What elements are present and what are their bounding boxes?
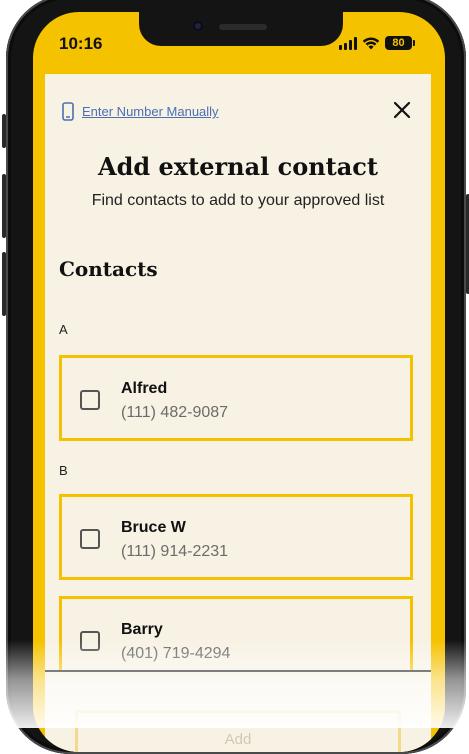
status-icons: 80 [339,36,415,50]
add-contact-sheet: Enter Number Manually Add external conta… [45,74,431,752]
contact-phone: (401) 719-4294 [121,645,231,662]
volume-up-button [2,174,6,238]
close-icon [393,101,411,119]
contacts-heading: Contacts [59,257,158,281]
close-button[interactable] [390,98,414,122]
contact-name: Barry [121,621,163,638]
contact-item-alfred[interactable]: Alfred (111) 482-9087 [59,355,413,441]
silent-switch [2,114,6,148]
earpiece-speaker [219,24,267,30]
volume-down-button [2,252,6,316]
status-time: 10:16 [59,34,103,53]
contact-checkbox[interactable] [80,529,100,549]
cellular-signal-icon [339,37,357,50]
enter-number-manually-link[interactable]: Enter Number Manually [62,102,219,121]
notch [139,12,343,46]
section-letter-b: B [59,463,68,478]
phone-icon [62,102,74,121]
phone-screen: 10:16 80 Enter Number Manually Add exter… [33,12,445,752]
contact-name: Bruce W [121,519,186,536]
contact-checkbox[interactable] [80,631,100,651]
enter-number-manually-label: Enter Number Manually [82,104,219,119]
add-button[interactable]: Add [75,710,401,752]
battery-indicator: 80 [385,36,415,50]
phone-frame: 10:16 80 Enter Number Manually Add exter… [2,0,469,754]
contact-name: Alfred [121,380,168,397]
contact-phone: (111) 482-9087 [121,404,229,421]
page-subtitle: Find contacts to add to your approved li… [91,192,385,209]
front-camera [193,21,203,31]
section-letter-a: A [59,322,68,337]
contact-item-bruce-w[interactable]: Bruce W (111) 914-2231 [59,494,413,580]
wifi-icon [362,37,380,50]
contact-phone: (111) 914-2231 [121,543,229,560]
page-title: Add external contact [98,152,378,181]
footer: Add [45,672,431,752]
contact-checkbox[interactable] [80,390,100,410]
